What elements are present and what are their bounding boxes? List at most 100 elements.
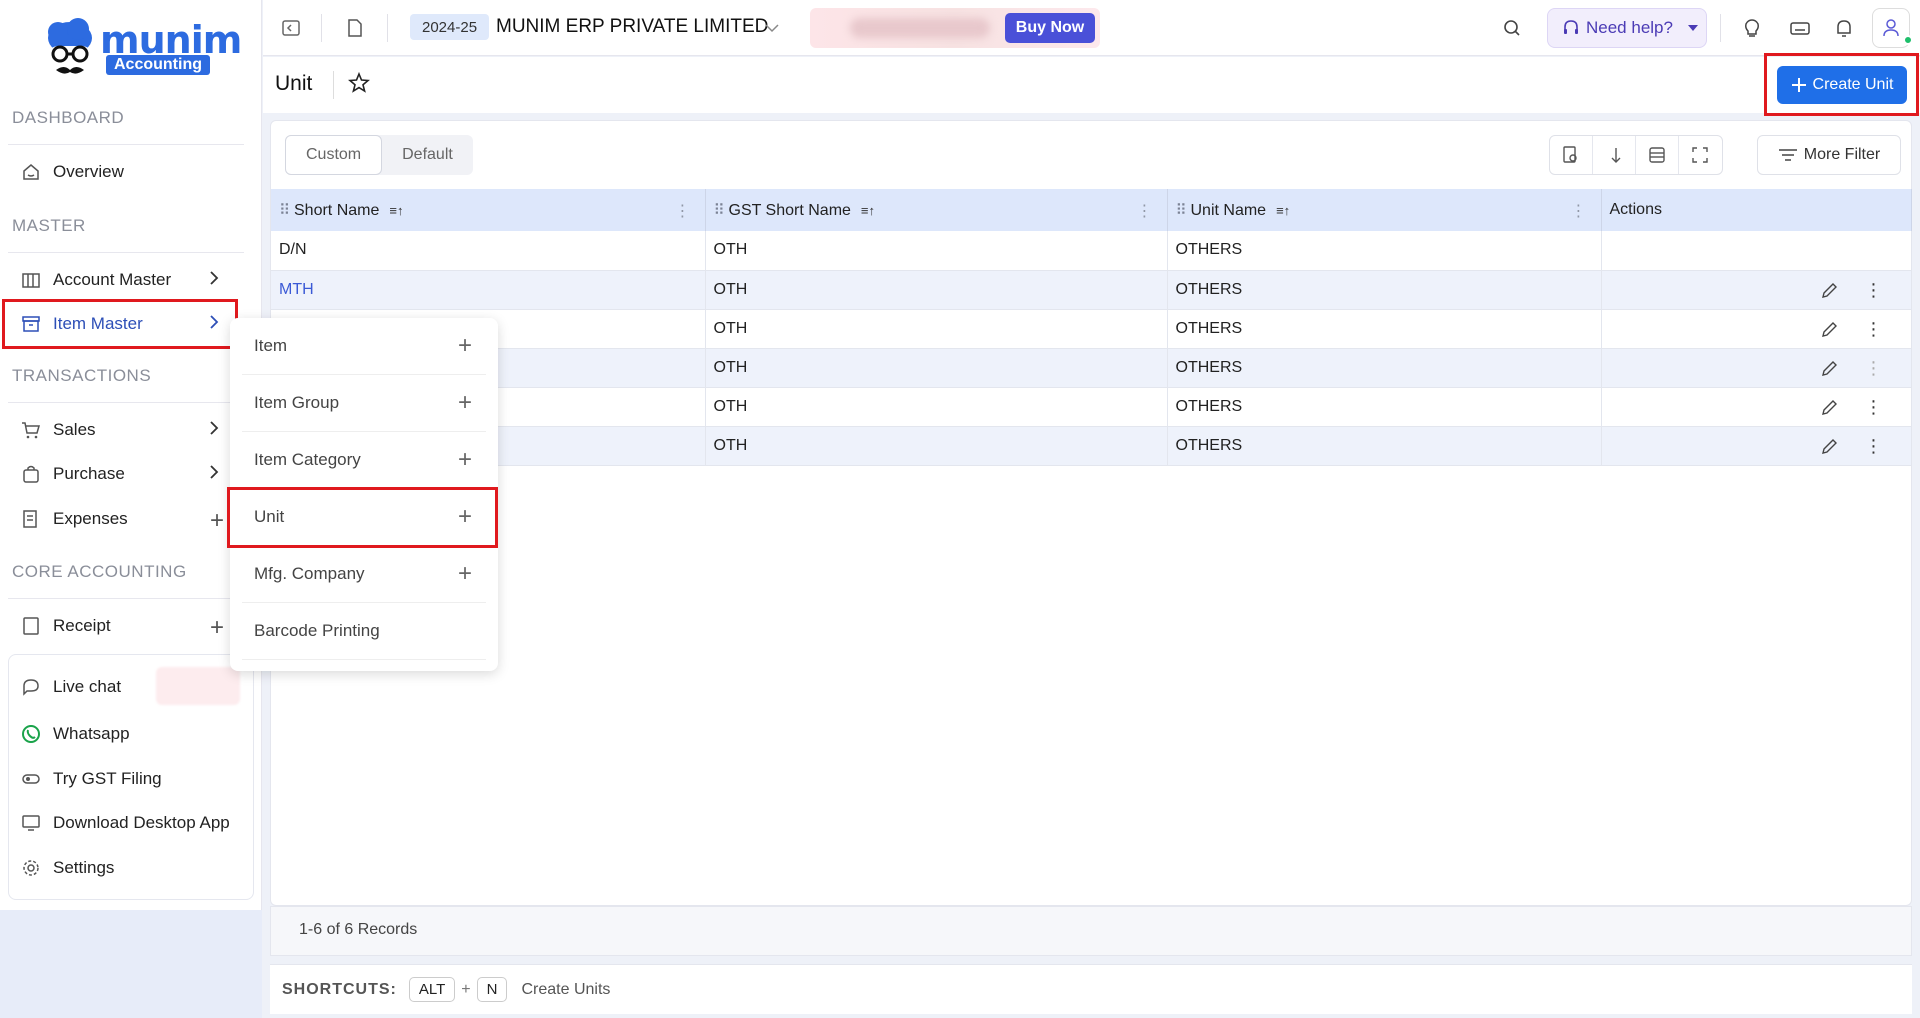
row-menu-icon[interactable]: ⋮ [1865, 280, 1883, 301]
highlight-create-unit [1764, 53, 1919, 116]
edit-icon[interactable] [1819, 320, 1839, 340]
fullscreen-button[interactable] [1679, 136, 1722, 174]
column-header-short-name[interactable]: ⠿ Short Name ≡↑ ⋮ [271, 189, 706, 231]
brand-sub: Accounting [106, 55, 210, 75]
sidebar-item-label: Account Master [53, 270, 172, 289]
toggle-icon [20, 768, 42, 790]
cell-unit-name: OTHERS [1167, 231, 1602, 271]
user-avatar[interactable] [1872, 8, 1913, 48]
drag-handle-icon[interactable]: ⠿ [1176, 202, 1187, 219]
cell-actions: ⋮ [1601, 309, 1912, 349]
divider [8, 252, 244, 253]
row-menu-icon[interactable]: ⋮ [1865, 358, 1883, 379]
sidebar-item-sales[interactable]: Sales [8, 410, 236, 450]
tips-button[interactable] [1734, 10, 1770, 46]
sort-icon[interactable]: ≡↑ [389, 203, 403, 218]
cell-gst-short-name: OTH [705, 309, 1168, 349]
cell-unit-name: OTHERS [1167, 348, 1602, 388]
live-chat-link[interactable]: Live chat [8, 667, 236, 707]
add-icon[interactable]: + [458, 560, 472, 588]
records-count: 1-6 of 6 Records [299, 921, 418, 938]
tab-custom[interactable]: Custom [285, 135, 383, 175]
cell-gst-short-name: OTH [705, 387, 1168, 427]
sort-button[interactable] [1593, 136, 1636, 174]
table-row[interactable]: OTH OTHERS ⋮ [271, 387, 1912, 427]
download-desktop-link[interactable]: Download Desktop App [8, 803, 236, 843]
sidebar-item-label: Expenses [53, 509, 128, 528]
table-row[interactable]: OTH OTHERS ⋮ [271, 426, 1912, 466]
unit-list-card: Custom Default More Filter ⠿ Short Name ≡↑… [270, 120, 1912, 906]
sidebar-item-label: Download Desktop App [53, 813, 230, 832]
flyout-item-item-group[interactable]: Item Group + [242, 375, 486, 432]
chevron-right-icon [208, 464, 220, 485]
search-button[interactable] [1494, 10, 1530, 46]
chevron-down-icon[interactable] [764, 22, 780, 34]
sidebar-item-purchase[interactable]: Purchase [8, 454, 236, 494]
column-menu-icon[interactable]: ⋮ [1137, 201, 1153, 221]
sidebar-item-expenses[interactable]: Expenses + [8, 499, 236, 539]
cell-short-name[interactable]: MTH [271, 270, 706, 310]
drag-handle-icon[interactable]: ⠿ [714, 202, 725, 219]
section-core-accounting: CORE ACCOUNTING [12, 562, 187, 581]
star-icon[interactable] [347, 71, 371, 95]
flyout-item-item[interactable]: Item + [242, 318, 486, 375]
table-row[interactable]: MTH OTH OTHERS ⋮ [271, 270, 1912, 310]
whatsapp-link[interactable]: Whatsapp [8, 714, 236, 754]
tab-default[interactable]: Default [382, 135, 473, 175]
add-icon[interactable]: + [210, 507, 224, 535]
flyout-item-item-category[interactable]: Item Category + [242, 432, 486, 489]
sidebar-item-label: Try GST Filing [53, 769, 162, 788]
flyout-item-label: Item Category [254, 450, 361, 469]
sidebar-item-account-master[interactable]: Account Master [8, 260, 236, 300]
add-icon[interactable]: + [458, 332, 472, 360]
row-menu-icon[interactable]: ⋮ [1865, 397, 1883, 418]
density-button[interactable] [1636, 136, 1679, 174]
sidebar-item-overview[interactable]: Overview [8, 152, 236, 192]
sidebar-panel: munim Accounting DASHBOARD Overview MAST… [0, 0, 262, 910]
shortcut-key-n: N [476, 977, 508, 1002]
row-menu-icon[interactable]: ⋮ [1865, 436, 1883, 457]
sidebar-item-receipt[interactable]: Receipt + [8, 606, 236, 646]
filter-icon [1778, 149, 1797, 161]
divider [8, 598, 244, 599]
column-header-gst-short-name[interactable]: ⠿ GST Short Name ≡↑ ⋮ [705, 189, 1168, 231]
edit-icon[interactable] [1819, 398, 1839, 418]
brand-logo[interactable]: munim Accounting [42, 18, 242, 80]
flyout-item-barcode-printing[interactable]: Barcode Printing [242, 603, 486, 660]
edit-icon[interactable] [1819, 437, 1839, 457]
report-search-button[interactable] [1550, 136, 1593, 174]
flyout-item-label: Barcode Printing [254, 621, 380, 640]
settings-link[interactable]: Settings [8, 848, 236, 888]
edit-icon[interactable] [1819, 281, 1839, 301]
need-help-button[interactable]: Need help? [1547, 8, 1707, 48]
mascot-icon [48, 18, 92, 74]
gst-filing-link[interactable]: Try GST Filing [8, 759, 236, 799]
sort-icon[interactable]: ≡↑ [1276, 203, 1290, 218]
add-icon[interactable]: + [458, 446, 472, 474]
document-button[interactable] [337, 10, 373, 46]
promo-text-blurred [850, 18, 990, 38]
company-selector[interactable]: MUNIM ERP PRIVATE LIMITED [496, 16, 768, 38]
drag-handle-icon[interactable]: ⠿ [279, 202, 290, 219]
shortcut-description: Create Units [521, 980, 611, 998]
column-menu-icon[interactable]: ⋮ [675, 201, 691, 221]
more-filter-button[interactable]: More Filter [1757, 135, 1901, 175]
add-icon[interactable]: + [458, 389, 472, 417]
table-row[interactable]: D/N OTH OTHERS [271, 231, 1912, 271]
row-menu-icon[interactable]: ⋮ [1865, 319, 1883, 340]
table-row[interactable]: OTH OTHERS ⋮ [271, 309, 1912, 349]
flyout-item-mfg-company[interactable]: Mfg. Company + [242, 546, 486, 603]
sort-icon [1611, 148, 1621, 163]
edit-icon[interactable] [1819, 359, 1839, 379]
collapse-sidebar-button[interactable] [273, 10, 309, 46]
financial-year-badge[interactable]: 2024-25 [410, 14, 490, 40]
sort-icon[interactable]: ≡↑ [861, 203, 875, 218]
buy-now-button[interactable]: Buy Now [1005, 13, 1095, 43]
column-menu-icon[interactable]: ⋮ [1571, 201, 1587, 221]
keyboard-button[interactable] [1782, 10, 1818, 46]
table-row[interactable]: OTH OTHERS ⋮ [271, 348, 1912, 388]
column-header-unit-name[interactable]: ⠿ Unit Name ≡↑ ⋮ [1167, 189, 1602, 231]
notifications-button[interactable] [1826, 10, 1862, 46]
add-icon[interactable]: + [210, 614, 224, 642]
column-label: Actions [1609, 201, 1662, 218]
